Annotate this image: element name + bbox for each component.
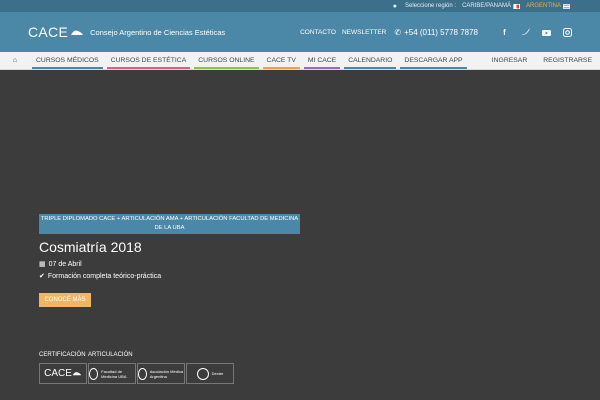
- region-caribe-link[interactable]: CARIBE/PANAMÁ: [462, 3, 520, 9]
- course-tag: TRIPLE DIPLOMADO CACE + ARTICULACIÓN AMA…: [39, 214, 300, 234]
- youtube-icon[interactable]: [542, 28, 551, 37]
- phone-link[interactable]: ✆ +54 (011) 5778 7878: [394, 28, 478, 37]
- dexter-seal-icon: [196, 367, 209, 380]
- header-bar: CACE Consejo Argentino de Ciencias Estét…: [0, 12, 600, 52]
- contacto-link[interactable]: CONTACTO: [300, 29, 336, 36]
- certificacion-label: CERTIFICACIÓN: [39, 352, 86, 358]
- conoce-mas-button[interactable]: CONOCÉ MÁS: [39, 293, 91, 307]
- course-feature: ✔ Formación completa teórico-práctica: [39, 272, 162, 281]
- check-icon: ✔: [39, 273, 45, 280]
- cace-logo[interactable]: CACE Consejo Argentino de Ciencias Estét…: [28, 24, 225, 40]
- org-name: Consejo Argentino de Ciencias Estéticas: [90, 27, 226, 37]
- nav-item-calendario[interactable]: CALENDARIO: [342, 52, 398, 69]
- ama-logo: Asociación Médica Argentina: [137, 363, 185, 384]
- facebook-icon[interactable]: f: [500, 28, 509, 37]
- nav-item-cursos-medicos[interactable]: CURSOS MÉDICOS: [30, 52, 105, 69]
- cace-cert-logo: CACE: [39, 363, 87, 384]
- region-argentina-link[interactable]: ARGENTINA: [526, 3, 570, 9]
- dexter-logo: Dexter: [186, 363, 234, 384]
- newsletter-link[interactable]: NEWSLETTER: [342, 29, 386, 36]
- logo-text: CACE: [28, 24, 69, 40]
- register-link[interactable]: REGISTRARSE: [535, 52, 600, 69]
- course-date: ▦ 07 de Abril: [39, 260, 82, 269]
- hero-banner: TRIPLE DIPLOMADO CACE + ARTICULACIÓN AMA…: [0, 71, 600, 400]
- main-nav: ⌂ CURSOS MÉDICOS CURSOS DE ESTÉTICA CURS…: [0, 52, 600, 70]
- region-label: Seleccione región :: [405, 3, 457, 9]
- uba-seal-icon: [89, 367, 99, 380]
- region-selector-bar: ● Seleccione región : CARIBE/PANAMÁ ARGE…: [0, 0, 600, 12]
- course-title: Cosmiatría 2018: [39, 239, 142, 255]
- nav-item-cursos-estetica[interactable]: CURSOS DE ESTÉTICA: [105, 52, 193, 69]
- social-links: f: [500, 27, 572, 37]
- nav-item-cursos-online[interactable]: CURSOS ONLINE: [192, 52, 260, 69]
- phone-icon: ✆: [394, 27, 402, 37]
- instagram-icon[interactable]: [563, 27, 572, 37]
- articulacion-label: ARTICULACIÓN: [88, 352, 133, 358]
- nav-item-mi-cace[interactable]: MI CACE: [302, 52, 342, 69]
- twitter-icon[interactable]: [521, 28, 530, 37]
- login-link[interactable]: INGRESAR: [484, 52, 536, 69]
- nav-item-descargar-app[interactable]: DESCARGAR APP: [398, 52, 468, 69]
- uba-logo: Facultad de Medicina UBA: [88, 363, 136, 384]
- argentina-flag-icon: [563, 3, 570, 9]
- logo-mark-icon: [72, 372, 82, 376]
- ama-seal-icon: [138, 367, 147, 380]
- panama-flag-icon: [512, 3, 520, 9]
- home-icon[interactable]: ⌂: [0, 52, 30, 69]
- globe-icon: ●: [392, 2, 398, 10]
- logo-mark-icon: [71, 30, 84, 35]
- calendar-icon: ▦: [39, 261, 46, 268]
- nav-item-cace-tv[interactable]: CACE TV: [261, 52, 302, 69]
